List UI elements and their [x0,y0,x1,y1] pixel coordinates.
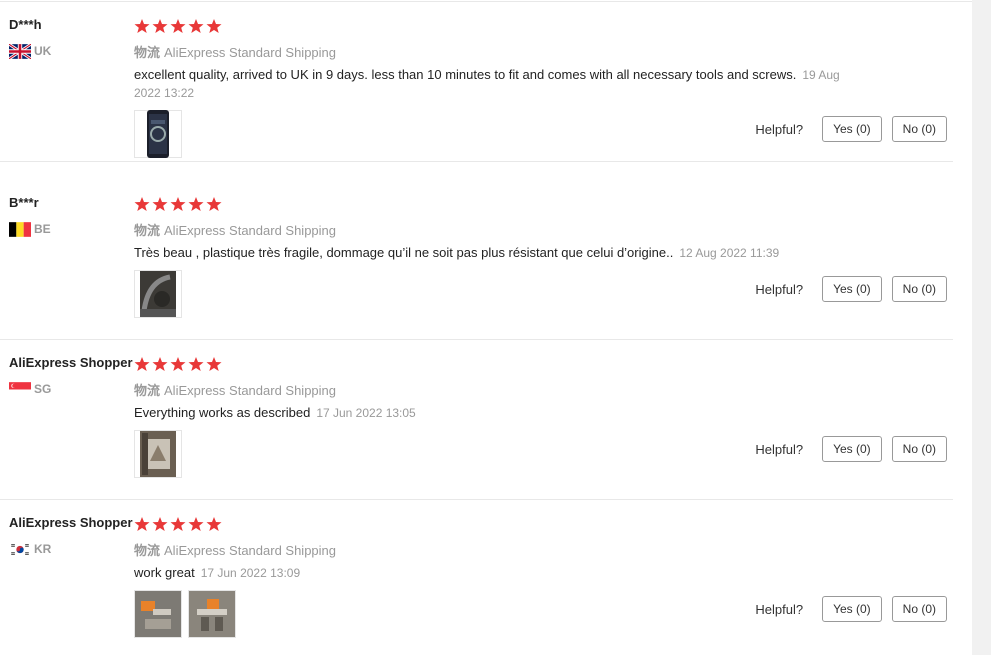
reviewer-country: BE [9,221,51,237]
reviewer-country: KR [9,541,51,557]
star-rating [134,356,222,372]
photo-installed-part [140,271,176,317]
country-code: BE [34,222,51,236]
helpful-no-button[interactable]: No (0) [891,596,947,622]
review-photo[interactable] [134,270,182,318]
helpful-vote: Helpful? Yes (0) No (0) [755,276,947,302]
review-item: AliExpress Shopper SG 物流 AliExpress Stand… [0,340,953,500]
helpful-no-button[interactable]: No (0) [891,116,947,142]
photo-steering-wheel-cover [147,110,169,158]
be-flag-icon [9,221,31,237]
star-icon [152,19,168,33]
helpful-vote: Helpful? Yes (0) No (0) [755,116,947,142]
review-photo[interactable] [134,590,182,638]
helpful-no-button[interactable]: No (0) [891,436,947,462]
star-icon [170,357,186,371]
review-date: 17 Jun 2022 13:09 [200,566,301,580]
reviewer-name: AliExpress Shopper [9,355,133,370]
country-code: UK [34,44,52,58]
review-photos [134,430,182,478]
review-photo[interactable] [188,590,236,638]
shipping-prefix: 物流 [134,543,161,558]
country-code: SG [34,382,52,396]
star-icon [206,517,222,531]
shipping-method: 物流 AliExpress Standard Shipping [134,223,337,238]
review-item: AliExpress Shopper KR 物流 AliExpress Stand… [0,500,953,660]
review-date: 12 Aug 2022 11:39 [679,246,780,260]
scrollbar-track[interactable] [972,0,991,655]
helpful-yes-button[interactable]: Yes (0) [822,116,882,142]
helpful-vote: Helpful? Yes (0) No (0) [755,596,947,622]
review-photo[interactable] [134,430,182,478]
reviewer-country: SG [9,381,51,397]
reviewer-name: D***h [9,17,42,32]
star-icon [170,19,186,33]
shipping-prefix: 物流 [134,45,161,60]
star-rating [134,516,222,532]
review-photo[interactable] [134,110,182,158]
shipping-prefix: 物流 [134,223,161,238]
helpful-label: Helpful? [755,601,804,617]
helpful-yes-button[interactable]: Yes (0) [822,436,882,462]
review-photos [134,590,236,638]
review-photos [134,110,182,158]
shipping-prefix: 物流 [134,383,161,398]
shipping-method: 物流 AliExpress Standard Shipping [134,45,337,60]
star-icon [152,357,168,371]
review-text: excellent quality, arrived to UK in 9 da… [134,67,840,100]
star-icon [188,357,204,371]
star-icon [152,197,168,211]
review-text: Everything works as described 17 Jun 2022… [134,405,416,420]
star-icon [206,19,222,33]
star-icon [188,19,204,33]
star-icon [170,517,186,531]
photo-car-interior [140,431,176,477]
photo-orange-parts-1 [135,591,181,637]
helpful-label: Helpful? [755,281,804,297]
sg-flag-icon [9,381,31,397]
photo-orange-parts-2 [189,591,235,637]
helpful-vote: Helpful? Yes (0) No (0) [755,436,947,462]
star-icon [206,197,222,211]
star-icon [188,517,204,531]
shipping-method: 物流 AliExpress Standard Shipping [134,543,337,558]
uk-flag-icon [9,43,31,59]
helpful-no-button[interactable]: No (0) [891,276,947,302]
helpful-label: Helpful? [755,121,804,137]
star-rating [134,196,222,212]
reviewer-name: B***r [9,195,39,210]
star-icon [134,517,150,531]
star-icon [188,197,204,211]
review-item: B***r BE 物流 AliExpress Standard Shipping … [0,180,953,340]
review-item: D***h UK 物流 AliExpress Standard Shipping … [0,2,953,162]
star-icon [134,357,150,371]
helpful-label: Helpful? [755,441,804,457]
star-rating [134,18,222,34]
star-icon [152,517,168,531]
star-icon [206,357,222,371]
review-text: Très beau , plastique très fragile, domm… [134,245,780,260]
star-icon [170,197,186,211]
kr-flag-icon [9,541,31,557]
country-code: KR [34,542,52,556]
shipping-method: 物流 AliExpress Standard Shipping [134,383,337,398]
reviewer-name: AliExpress Shopper [9,515,133,530]
review-date: 17 Jun 2022 13:05 [316,406,416,420]
helpful-yes-button[interactable]: Yes (0) [822,276,882,302]
star-icon [134,197,150,211]
star-icon [134,19,150,33]
review-text: work great 17 Jun 2022 13:09 [134,565,301,580]
review-photos [134,270,182,318]
reviewer-country: UK [9,43,51,59]
helpful-yes-button[interactable]: Yes (0) [822,596,882,622]
